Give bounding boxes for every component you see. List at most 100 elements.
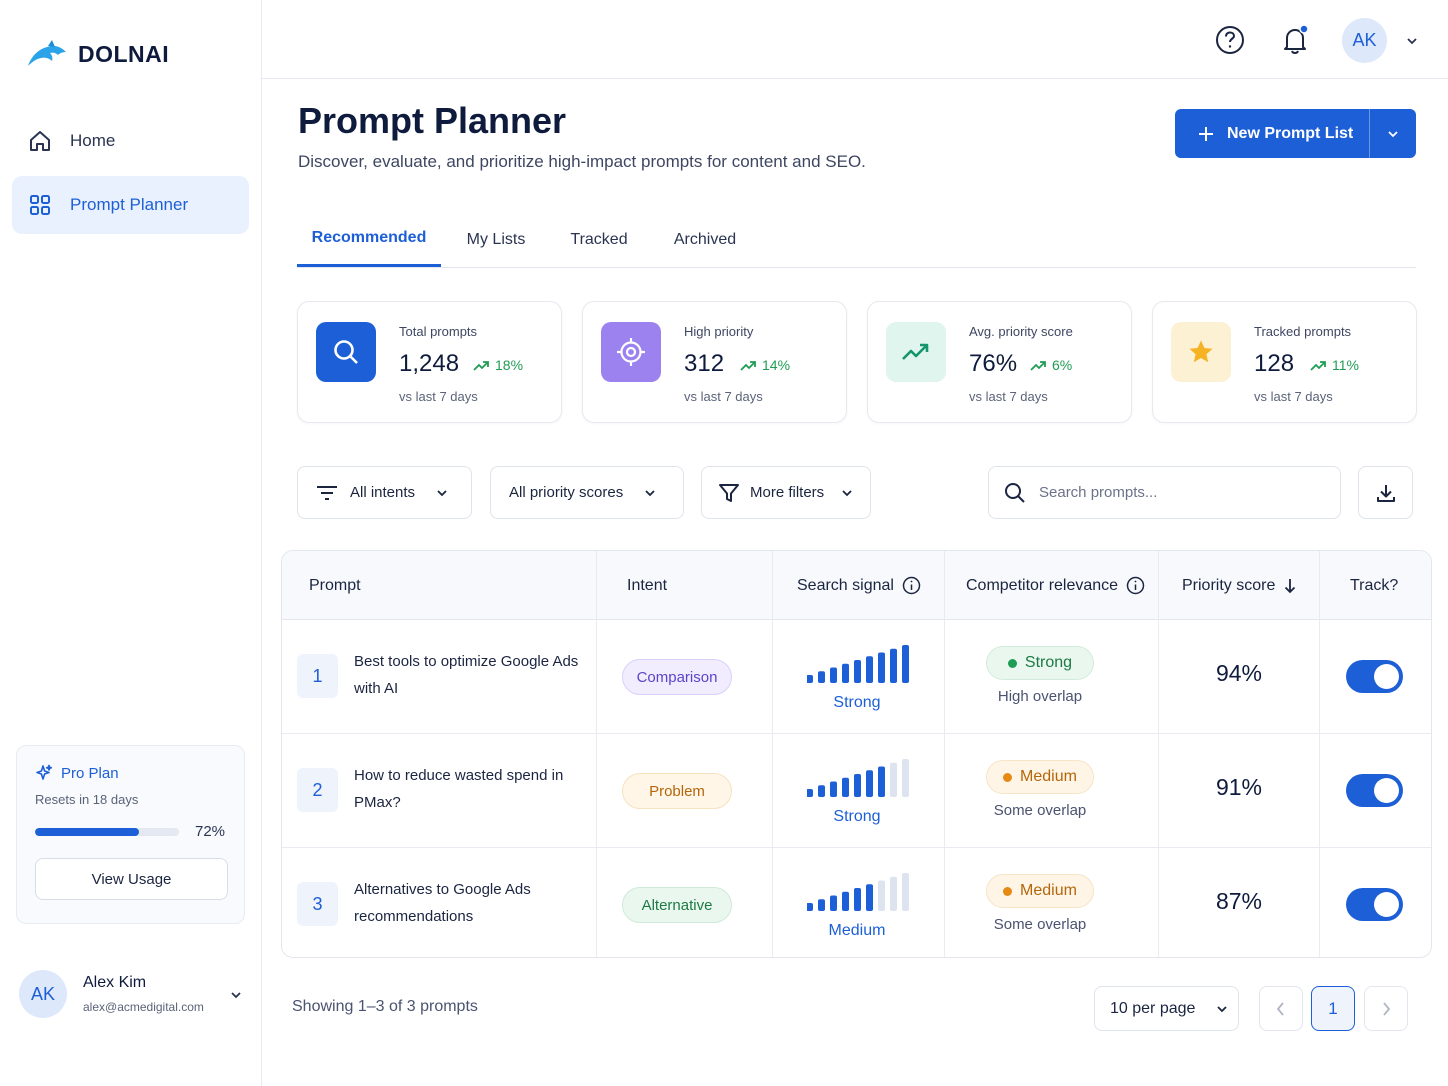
column-label: Intent xyxy=(627,576,668,594)
stat-label: Avg. priority score xyxy=(969,324,1073,339)
track-toggle[interactable] xyxy=(1346,660,1403,693)
signal-bar xyxy=(902,873,909,911)
tab-my-lists[interactable]: My Lists xyxy=(457,212,535,267)
column-header-competitor-relevance: Competitor relevance xyxy=(966,551,1145,620)
plan-reset-text: Resets in 18 days xyxy=(35,792,139,807)
intent-filter-dropdown[interactable]: All intents xyxy=(297,466,472,519)
stat-label: Total prompts xyxy=(399,324,478,339)
info-icon[interactable] xyxy=(1126,576,1145,595)
plan-name: Pro Plan xyxy=(61,764,119,782)
row-number: 1 xyxy=(297,654,338,698)
stat-icon-box xyxy=(1171,322,1231,382)
stat-value: 128 xyxy=(1254,350,1295,377)
stat-card-tracked-prompts: Tracked prompts 128 11% vs last 7 days xyxy=(1152,301,1417,423)
signal-bar xyxy=(866,884,873,911)
new-prompt-list-label: New Prompt List xyxy=(1227,124,1354,142)
user-email: alex@acmedigital.com xyxy=(83,1000,204,1014)
stat-label: Tracked prompts xyxy=(1254,324,1352,339)
chevron-down-icon xyxy=(1388,130,1398,137)
column-header-search-signal: Search signal xyxy=(797,551,921,620)
priority-score: 87% xyxy=(1215,888,1263,914)
sidebar-item-home[interactable]: Home xyxy=(12,112,249,170)
stat-delta: 14% xyxy=(740,357,790,373)
per-page-label: 10 per page xyxy=(1110,999,1196,1017)
table-row[interactable]: 1 Best tools to optimize Google Ads with… xyxy=(282,620,1431,734)
signal-bar xyxy=(830,667,837,683)
intent-badge[interactable]: Comparison xyxy=(622,659,732,695)
stat-value: 1,248 xyxy=(399,350,460,377)
intent-badge[interactable]: Problem xyxy=(622,773,732,809)
signal-bar xyxy=(830,781,837,797)
search-signal-label: Medium xyxy=(828,922,886,939)
plus-icon xyxy=(1199,126,1213,141)
stat-value: 312 xyxy=(684,350,725,377)
search-signal-bars xyxy=(807,645,909,683)
column-header-priority-score[interactable]: Priority score xyxy=(1182,551,1297,620)
tab-recommended[interactable]: Recommended xyxy=(297,212,441,267)
priority-filter-dropdown[interactable]: All priority scores xyxy=(490,466,684,519)
column-label: Search signal xyxy=(797,576,894,594)
stat-foot: vs last 7 days xyxy=(1254,389,1333,404)
per-page-select[interactable]: 10 per page xyxy=(1094,986,1239,1031)
tab-archived[interactable]: Archived xyxy=(663,212,747,267)
prompt-text[interactable]: Best tools to optimize Google Ads with A… xyxy=(354,648,594,702)
sidebar-item-prompt-planner[interactable]: Prompt Planner xyxy=(12,176,249,234)
prompt-text[interactable]: How to reduce wasted spend in PMax? xyxy=(354,762,594,816)
user-menu[interactable]: AK Alex Kim alex@acmedigital.com xyxy=(19,970,245,1018)
signal-bar xyxy=(878,880,885,911)
column-label: Competitor relevance xyxy=(966,576,1119,594)
help-icon xyxy=(1216,26,1244,54)
new-prompt-list-dropdown[interactable] xyxy=(1370,109,1416,158)
intent-badge[interactable]: Alternative xyxy=(622,887,732,923)
track-toggle[interactable] xyxy=(1346,774,1403,807)
stat-card-high-priority: High priority 312 14% vs last 7 days xyxy=(582,301,847,423)
logo[interactable]: DOLNAI xyxy=(26,40,169,68)
chevron-down-icon[interactable] xyxy=(1405,34,1419,48)
overlap-text: Some overlap xyxy=(993,916,1087,933)
more-filters-button[interactable]: More filters xyxy=(701,466,871,519)
stat-icon-box xyxy=(601,322,661,382)
search-signal-bars xyxy=(807,759,909,797)
stat-delta: 11% xyxy=(1310,357,1359,373)
tab-tracked[interactable]: Tracked xyxy=(561,212,637,267)
notifications-button[interactable] xyxy=(1277,22,1313,58)
signal-bar xyxy=(878,766,885,797)
trend-up-icon xyxy=(1310,361,1326,371)
stat-label: High priority xyxy=(684,324,754,339)
signal-bar xyxy=(842,663,849,683)
funnel-icon xyxy=(719,483,739,502)
page-button-current[interactable]: 1 xyxy=(1311,986,1355,1031)
stat-foot: vs last 7 days xyxy=(684,389,763,404)
prompt-text[interactable]: Alternatives to Google Ads recommendatio… xyxy=(354,876,594,930)
more-filters-label: More filters xyxy=(750,484,825,501)
sidebar-item-label: Home xyxy=(70,131,116,150)
search-signal-bars xyxy=(807,873,909,911)
info-icon[interactable] xyxy=(902,576,921,595)
trend-up-icon xyxy=(473,361,489,371)
signal-bar xyxy=(854,774,861,797)
table-row[interactable]: 3 Alternatives to Google Ads recommendat… xyxy=(282,848,1431,957)
view-usage-button[interactable]: View Usage xyxy=(35,858,228,900)
intent-filter-label: All intents xyxy=(350,484,416,501)
status-dot xyxy=(1003,886,1013,896)
next-page-button[interactable] xyxy=(1364,986,1408,1031)
prev-page-button[interactable] xyxy=(1259,986,1303,1031)
plan-title: Pro Plan xyxy=(35,764,226,782)
relevance-badge: Medium xyxy=(986,760,1094,794)
sort-down-icon xyxy=(1285,578,1296,593)
trend-up-icon xyxy=(1030,361,1046,371)
stat-card-total-prompts: Total prompts 1,248 18% vs last 7 days xyxy=(297,301,562,423)
track-toggle[interactable] xyxy=(1346,888,1403,921)
search-input[interactable] xyxy=(1039,484,1319,501)
new-prompt-list-button[interactable]: New Prompt List xyxy=(1175,109,1416,158)
table-row[interactable]: 2 How to reduce wasted spend in PMax? Pr… xyxy=(282,734,1431,848)
signal-bar xyxy=(890,762,897,797)
download-button[interactable] xyxy=(1358,466,1413,519)
signal-bar xyxy=(842,777,849,797)
new-prompt-list-main[interactable]: New Prompt List xyxy=(1175,109,1369,158)
sidebar: DOLNAI Home Prompt Planner Pro Plan Rese… xyxy=(0,0,262,1086)
help-button[interactable] xyxy=(1212,22,1248,58)
stat-delta-value: 14% xyxy=(762,357,791,373)
column-header-track: Track? xyxy=(1350,551,1398,620)
account-avatar[interactable]: AK xyxy=(1342,18,1387,63)
